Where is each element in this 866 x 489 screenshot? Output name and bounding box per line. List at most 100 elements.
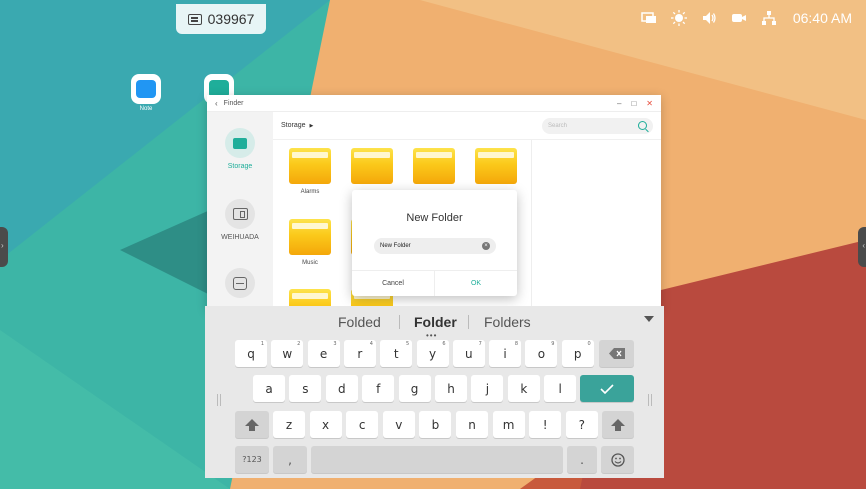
- key-g[interactable]: g: [398, 375, 431, 402]
- key-n[interactable]: n: [456, 411, 488, 438]
- shift-icon: [611, 418, 625, 431]
- key-hint: 9: [551, 341, 555, 347]
- right-grip-icon[interactable]: [648, 394, 652, 406]
- back-icon[interactable]: ‹: [215, 99, 218, 108]
- on-screen-keyboard: Folded Folder Folders ••• ?123 , . q1w2e…: [205, 306, 664, 478]
- folder-icon: [289, 219, 331, 255]
- screen-share-icon[interactable]: [641, 10, 657, 26]
- key-p[interactable]: p0: [561, 340, 594, 367]
- key-question[interactable]: ?: [565, 411, 598, 438]
- folder-item[interactable]: [351, 148, 393, 184]
- maximize-icon[interactable]: □: [631, 99, 636, 108]
- sidebar-item-weihuada[interactable]: WEIHUADA: [207, 199, 273, 241]
- key-exclamation[interactable]: !: [529, 411, 562, 438]
- key-q[interactable]: q1: [235, 340, 267, 367]
- suggestion-2[interactable]: Folder: [414, 314, 457, 330]
- key-l[interactable]: l: [544, 375, 577, 402]
- camera-icon[interactable]: [731, 10, 747, 26]
- folder-item[interactable]: [413, 148, 455, 184]
- folder-item[interactable]: Music: [289, 219, 331, 266]
- left-side-handle[interactable]: ›: [0, 227, 8, 267]
- key-t[interactable]: t5: [380, 340, 413, 367]
- cancel-button[interactable]: Cancel: [352, 271, 434, 296]
- folder-item[interactable]: [475, 148, 517, 184]
- key-b[interactable]: b: [419, 411, 452, 438]
- minimize-icon[interactable]: –: [617, 99, 621, 108]
- key-m[interactable]: m: [492, 411, 525, 438]
- key-r[interactable]: r4: [343, 340, 376, 367]
- sidebar-item-disk[interactable]: [207, 268, 273, 303]
- more-suggestions-icon[interactable]: •••: [426, 331, 437, 340]
- symbols-key[interactable]: ?123: [235, 446, 269, 473]
- key-i[interactable]: i8: [489, 340, 522, 367]
- key-w[interactable]: w2: [271, 340, 304, 367]
- key-label: x: [322, 417, 330, 432]
- shift-key-right[interactable]: [602, 411, 634, 438]
- volume-icon[interactable]: [701, 10, 717, 26]
- breadcrumb-storage[interactable]: Storage: [281, 122, 306, 129]
- collapse-keyboard-icon[interactable]: [644, 316, 654, 322]
- key-label: z: [285, 417, 293, 432]
- suggestion-3[interactable]: Folders: [484, 314, 531, 330]
- folder-item[interactable]: Alarms: [289, 148, 331, 195]
- key-a[interactable]: a: [253, 375, 285, 402]
- clear-icon[interactable]: ×: [482, 242, 490, 250]
- key-label: y: [428, 346, 437, 361]
- key-v[interactable]: v: [382, 411, 415, 438]
- new-folder-dialog: New Folder New Folder × Cancel OK: [352, 190, 517, 296]
- folder-icon: [475, 148, 517, 184]
- finder-toolbar: Storage ▶ Search: [273, 112, 661, 140]
- pane-divider: [531, 140, 532, 310]
- search-input[interactable]: Search: [542, 117, 653, 134]
- comma-key[interactable]: ,: [273, 446, 307, 473]
- ok-button[interactable]: OK: [434, 271, 517, 296]
- key-c[interactable]: c: [346, 411, 379, 438]
- period-key[interactable]: .: [567, 446, 597, 473]
- room-code-chip[interactable]: 039967: [176, 4, 266, 34]
- key-label: h: [447, 381, 455, 396]
- folder-name-input[interactable]: New Folder ×: [374, 238, 496, 254]
- key-j[interactable]: j: [471, 375, 504, 402]
- key-hint: 6: [442, 341, 446, 347]
- backspace-key[interactable]: [599, 340, 634, 367]
- key-h[interactable]: h: [435, 375, 467, 402]
- folder-icon: [413, 148, 455, 184]
- key-hint: 2: [297, 341, 301, 347]
- key-o[interactable]: o9: [525, 340, 558, 367]
- close-icon[interactable]: ✕: [646, 99, 653, 108]
- folder-name: Alarms: [300, 189, 320, 195]
- key-label: w: [282, 346, 293, 361]
- key-label: a: [265, 381, 273, 396]
- key-f[interactable]: f: [362, 375, 395, 402]
- right-side-handle[interactable]: ‹: [858, 227, 866, 267]
- key-y[interactable]: y6: [416, 340, 449, 367]
- key-k[interactable]: k: [507, 375, 540, 402]
- key-d[interactable]: d: [325, 375, 358, 402]
- key-e[interactable]: e3: [307, 340, 340, 367]
- left-grip-icon[interactable]: [217, 394, 221, 406]
- key-label: s: [302, 381, 309, 396]
- sidebar-item-storage[interactable]: Storage: [207, 128, 273, 170]
- shift-key-left[interactable]: [235, 411, 269, 438]
- emoji-icon: [610, 452, 625, 467]
- key-z[interactable]: z: [273, 411, 305, 438]
- key-hint: 5: [406, 341, 410, 347]
- breadcrumb[interactable]: Storage ▶: [281, 122, 313, 129]
- search-icon[interactable]: [638, 121, 647, 130]
- suggestion-1[interactable]: Folded: [338, 314, 381, 330]
- brightness-icon[interactable]: [670, 10, 687, 26]
- chevron-right-icon: ›: [1, 241, 4, 250]
- key-x[interactable]: x: [309, 411, 342, 438]
- key-label: i: [503, 346, 507, 361]
- enter-key[interactable]: [580, 375, 634, 402]
- emoji-key[interactable]: [601, 446, 634, 473]
- shift-icon: [245, 418, 259, 431]
- space-key[interactable]: [311, 446, 563, 473]
- key-s[interactable]: s: [289, 375, 322, 402]
- desktop-icon-note[interactable]: Note: [126, 74, 166, 112]
- key-label: t: [393, 346, 399, 361]
- key-label: e: [319, 346, 328, 361]
- key-u[interactable]: u7: [452, 340, 485, 367]
- key-label: p: [573, 346, 582, 361]
- network-icon[interactable]: [761, 10, 777, 26]
